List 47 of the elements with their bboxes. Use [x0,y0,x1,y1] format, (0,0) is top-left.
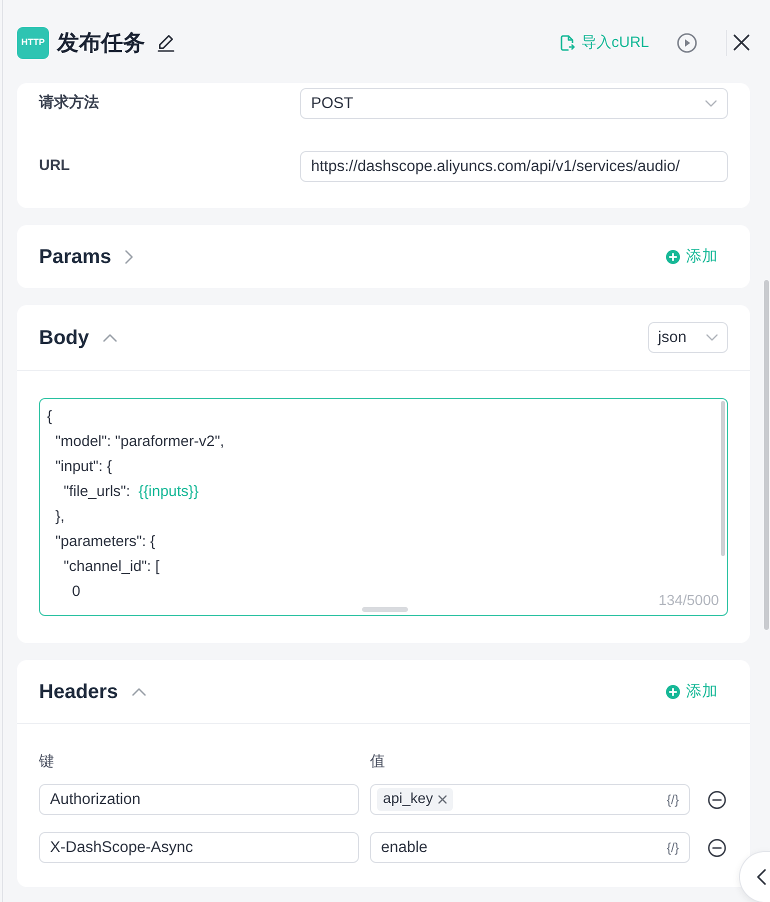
http-logo: HTTP [17,26,49,58]
pencil-icon[interactable] [157,34,175,52]
column-header: 键 [39,752,55,772]
value-field[interactable]: api_key {/} [370,784,690,815]
code-editor[interactable]: { "model": "paraformer-v2", "input": { "file_urls": {{inputs}} }, "parameters": { "channel_id": [ 0 134/5000 [39,398,728,616]
minus-circle-icon[interactable] [708,790,726,808]
code-line: 0 [71,582,80,602]
column-header: 值 [370,752,386,772]
panel-title: 发布任务 [57,28,145,56]
variable-button[interactable]: {/} [666,838,679,858]
resize-handle[interactable] [362,607,408,612]
editor-scrollbar[interactable] [721,401,725,556]
code-line: "channel_id": [ [62,557,160,577]
chevron-right-icon[interactable] [125,250,134,264]
close-icon[interactable] [733,34,750,51]
tag-label: api_key [383,790,433,809]
code-line: { [47,407,52,427]
section-title: Body [39,326,89,350]
chevron-up-icon[interactable] [103,334,117,342]
char-count: 134/5000 [658,592,719,610]
plus-circle-icon [666,684,680,698]
code-line: "parameters": { [54,532,156,552]
file-arrow-icon [560,34,576,50]
code-line: "input": { [54,457,112,477]
method-select[interactable]: POST [300,88,728,119]
field-label: 请求方法 [39,93,100,114]
collapse-button[interactable] [739,851,770,902]
chevron-down-icon [705,100,717,107]
minus-circle-icon[interactable] [708,838,726,856]
chevron-left-icon [757,869,766,885]
chevron-down-icon [706,334,718,341]
scrollbar-thumb[interactable] [764,280,769,630]
code-line: "model": "paraformer-v2", [54,432,224,452]
code-line: "file_urls": {{inputs}} [62,482,199,502]
url-field[interactable]: https://dashscope.aliyuncs.com/api/v1/services/audio/ [300,151,728,182]
variable-button[interactable]: {/} [666,790,679,810]
section-title: Params [39,244,112,270]
section-title: Headers [39,680,118,704]
key-field[interactable]: X-DashScope-Async [39,832,359,863]
play-icon[interactable] [677,32,697,52]
chevron-up-icon[interactable] [132,688,146,696]
format-select[interactable]: json [648,322,728,353]
key-field[interactable]: Authorization [39,784,359,815]
plus-circle-icon [666,250,680,264]
value-field[interactable]: enable {/} [370,832,690,863]
field-label: URL [39,156,71,176]
code-line: }, [54,507,65,527]
